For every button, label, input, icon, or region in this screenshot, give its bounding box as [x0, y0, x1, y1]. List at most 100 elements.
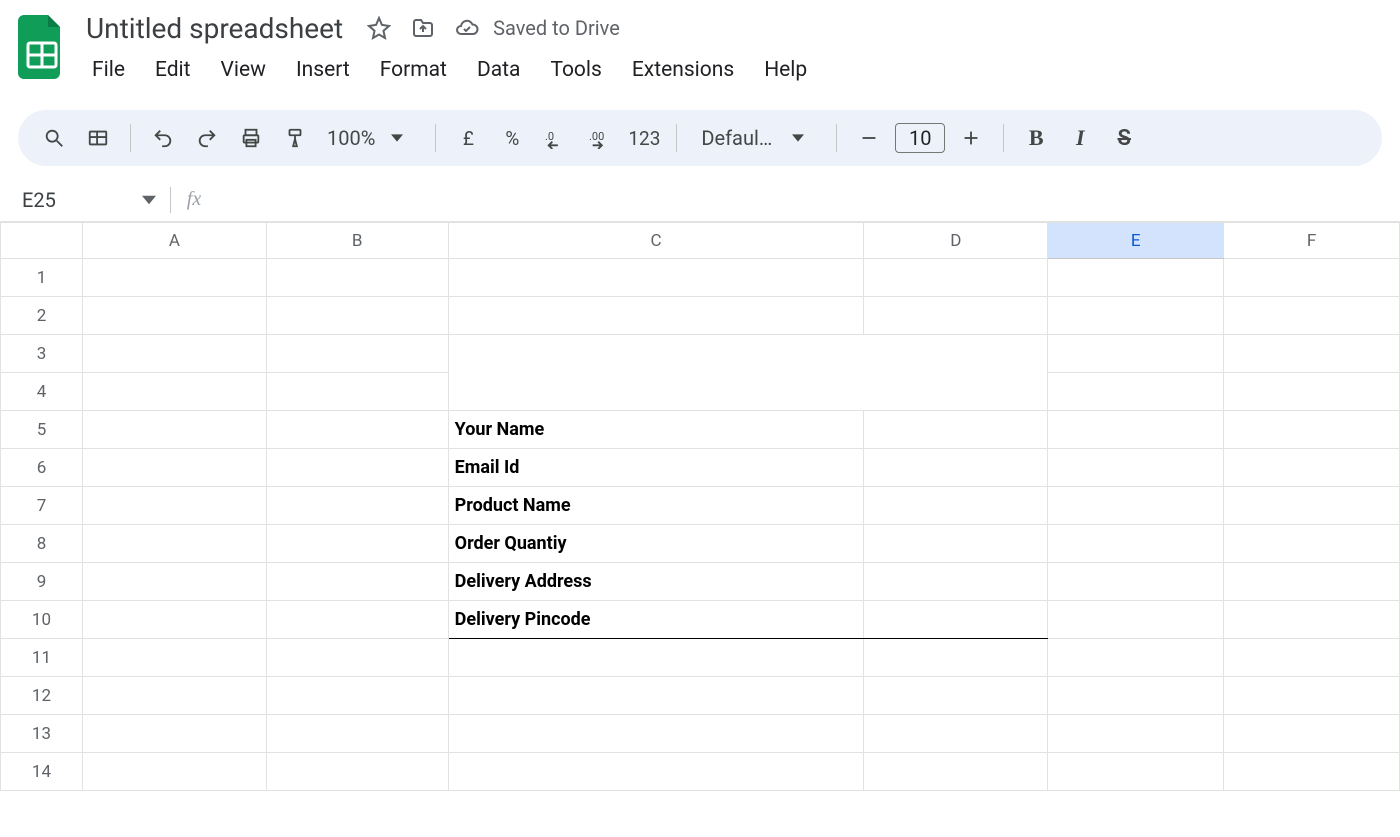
cell-F8[interactable] [1224, 525, 1400, 563]
cell-E10[interactable] [1048, 601, 1224, 639]
increase-font-size-button[interactable] [953, 120, 989, 156]
menu-format[interactable]: Format [368, 54, 459, 86]
row-header[interactable]: 4 [1, 373, 83, 411]
cell-F12[interactable] [1224, 677, 1400, 715]
search-icon[interactable] [36, 120, 72, 156]
cell-D13[interactable] [864, 715, 1048, 753]
paint-format-icon[interactable] [277, 120, 313, 156]
row-header[interactable]: 13 [1, 715, 83, 753]
form-field-product-name[interactable]: Product Name [448, 487, 864, 525]
cell-A3[interactable] [82, 335, 266, 373]
cell-A12[interactable] [82, 677, 266, 715]
cell-F7[interactable] [1224, 487, 1400, 525]
more-formats-button[interactable]: 123 [626, 120, 662, 156]
name-box[interactable]: E25 [0, 188, 170, 212]
cell-A9[interactable] [82, 563, 266, 601]
cell-A5[interactable] [82, 411, 266, 449]
menu-insert[interactable]: Insert [284, 54, 362, 86]
cell-E2[interactable] [1048, 297, 1224, 335]
sheets-logo[interactable] [16, 12, 68, 82]
row-header[interactable]: 9 [1, 563, 83, 601]
cell-D1[interactable] [864, 259, 1048, 297]
cell-A13[interactable] [82, 715, 266, 753]
cell-B13[interactable] [266, 715, 448, 753]
column-header-C[interactable]: C [448, 223, 864, 259]
font-size-input[interactable]: 10 [895, 123, 945, 153]
document-title[interactable]: Untitled spreadsheet [80, 12, 349, 45]
cell-D11[interactable] [864, 639, 1048, 677]
cell-A1[interactable] [82, 259, 266, 297]
print-icon[interactable] [233, 120, 269, 156]
cell-E4[interactable] [1048, 373, 1224, 411]
row-header[interactable]: 12 [1, 677, 83, 715]
cell-C11[interactable] [448, 639, 864, 677]
cell-E11[interactable] [1048, 639, 1224, 677]
form-field-your-name[interactable]: Your Name [448, 411, 864, 449]
form-value-delivery-pincode[interactable] [864, 601, 1048, 639]
cell-D2[interactable] [864, 297, 1048, 335]
spreadsheet-grid[interactable]: A B C D E F 1 2 3 Order Form 4 5 Your Na… [0, 222, 1400, 791]
cell-B1[interactable] [266, 259, 448, 297]
row-header[interactable]: 3 [1, 335, 83, 373]
menu-edit[interactable]: Edit [143, 54, 203, 86]
zoom-select[interactable]: 100% [321, 120, 421, 156]
form-field-email-id[interactable]: Email Id [448, 449, 864, 487]
row-header[interactable]: 8 [1, 525, 83, 563]
cell-F6[interactable] [1224, 449, 1400, 487]
order-form-title[interactable]: Order Form [448, 335, 1048, 411]
cell-E5[interactable] [1048, 411, 1224, 449]
star-icon[interactable] [365, 14, 393, 42]
cell-B11[interactable] [266, 639, 448, 677]
menu-data[interactable]: Data [465, 54, 533, 86]
cell-F10[interactable] [1224, 601, 1400, 639]
cell-F11[interactable] [1224, 639, 1400, 677]
row-header[interactable]: 2 [1, 297, 83, 335]
cell-A7[interactable] [82, 487, 266, 525]
strikethrough-button[interactable]: S [1106, 120, 1142, 156]
cell-F5[interactable] [1224, 411, 1400, 449]
form-value-delivery-address[interactable] [864, 563, 1048, 601]
cell-A10[interactable] [82, 601, 266, 639]
redo-icon[interactable] [189, 120, 225, 156]
cell-B14[interactable] [266, 753, 448, 791]
cell-A8[interactable] [82, 525, 266, 563]
cell-C1[interactable] [448, 259, 864, 297]
cell-A4[interactable] [82, 373, 266, 411]
cell-C2[interactable] [448, 297, 864, 335]
decrease-decimal-icon[interactable]: .0 [538, 120, 574, 156]
cell-E12[interactable] [1048, 677, 1224, 715]
font-family-select[interactable]: Defaul… [691, 120, 822, 156]
cell-A14[interactable] [82, 753, 266, 791]
row-header[interactable]: 7 [1, 487, 83, 525]
increase-decimal-icon[interactable]: .00 [582, 120, 618, 156]
cell-E14[interactable] [1048, 753, 1224, 791]
cell-F1[interactable] [1224, 259, 1400, 297]
cell-B8[interactable] [266, 525, 448, 563]
form-field-delivery-address[interactable]: Delivery Address [448, 563, 864, 601]
column-header-E[interactable]: E [1048, 223, 1224, 259]
column-header-A[interactable]: A [82, 223, 266, 259]
cell-C13[interactable] [448, 715, 864, 753]
cloud-saved-icon[interactable] [453, 14, 481, 42]
cell-F9[interactable] [1224, 563, 1400, 601]
form-value-product-name[interactable] [864, 487, 1048, 525]
sheet-filter-icon[interactable] [80, 120, 116, 156]
row-header[interactable]: 11 [1, 639, 83, 677]
form-value-your-name[interactable] [864, 411, 1048, 449]
select-all-corner[interactable] [1, 223, 83, 259]
row-header[interactable]: 14 [1, 753, 83, 791]
cell-B2[interactable] [266, 297, 448, 335]
column-header-D[interactable]: D [864, 223, 1048, 259]
cell-B4[interactable] [266, 373, 448, 411]
cell-C12[interactable] [448, 677, 864, 715]
cell-B9[interactable] [266, 563, 448, 601]
cell-B12[interactable] [266, 677, 448, 715]
cell-B7[interactable] [266, 487, 448, 525]
menu-view[interactable]: View [209, 54, 278, 86]
decrease-font-size-button[interactable] [851, 120, 887, 156]
bold-button[interactable]: B [1018, 120, 1054, 156]
menu-extensions[interactable]: Extensions [620, 54, 746, 86]
form-field-delivery-pincode[interactable]: Delivery Pincode [448, 601, 864, 639]
cell-E3[interactable] [1048, 335, 1224, 373]
cell-F3[interactable] [1224, 335, 1400, 373]
